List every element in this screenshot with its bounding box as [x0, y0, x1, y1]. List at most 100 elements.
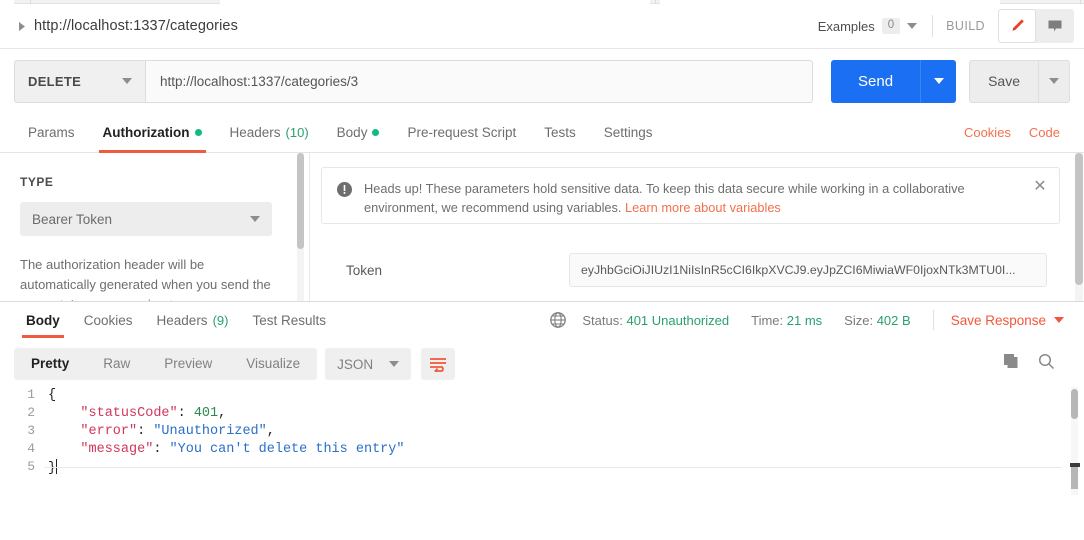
view-raw[interactable]: Raw: [86, 348, 147, 380]
sensitive-data-warning: Heads up! These parameters hold sensitiv…: [321, 167, 1060, 224]
tab-label: Settings: [603, 124, 653, 140]
save-button[interactable]: Save: [969, 59, 1038, 103]
code-line-content[interactable]: }: [44, 459, 404, 477]
response-language-select[interactable]: JSON: [325, 348, 412, 380]
examples-dropdown[interactable]: Examples 0: [816, 18, 919, 34]
response-tab-headers[interactable]: Headers (9): [145, 302, 241, 338]
header-right-controls: Examples 0 BUILD: [816, 4, 1084, 48]
save-options-button[interactable]: [1038, 59, 1070, 103]
chevron-down-icon: [1054, 317, 1064, 323]
status-dot-icon: [372, 128, 380, 136]
scrollbar-thumb-lower[interactable]: [1071, 467, 1078, 489]
response-tab-body[interactable]: Body: [14, 302, 72, 338]
code-line: 4 "message": "You can't delete this entr…: [0, 441, 404, 459]
time-readout: Time: 21 ms: [751, 313, 822, 328]
save-button-group: Save: [969, 59, 1070, 103]
response-bar: Body Cookies Headers (9) Test Results St…: [0, 301, 1084, 338]
response-actions: [1002, 352, 1070, 376]
view-visualize[interactable]: Visualize: [229, 348, 317, 380]
auth-type-label: TYPE: [20, 175, 54, 189]
examples-count-badge: 0: [881, 18, 901, 34]
close-icon[interactable]: ✕: [1031, 178, 1049, 196]
code-line-content[interactable]: "message": "You can't delete this entry": [44, 441, 404, 459]
status-dot-icon: [194, 128, 202, 136]
warning-link[interactable]: Learn more about variables: [625, 200, 781, 215]
exclamation-circle-icon: [336, 181, 353, 223]
globe-icon[interactable]: [549, 311, 567, 329]
authorization-type-column: TYPE Bearer Token The authorization head…: [0, 153, 292, 301]
chevron-down-icon: [907, 23, 918, 29]
header-icon-group: [998, 9, 1074, 43]
token-input[interactable]: eyJhbGciOiJIUzI1NiIsInR5cCI6IkpXVCJ9.eyJ…: [569, 253, 1047, 287]
comment-icon[interactable]: [1036, 9, 1074, 43]
scrollbar-thumb[interactable]: [1071, 389, 1078, 419]
code-token: 401: [193, 406, 219, 421]
view-preview[interactable]: Preview: [147, 348, 229, 380]
tab-pre-request-script[interactable]: Pre-request Script: [393, 112, 530, 153]
tab-headers[interactable]: Headers (10): [216, 112, 323, 153]
language-value: JSON: [337, 356, 374, 372]
save-response-button[interactable]: Save Response: [951, 313, 1064, 328]
copy-icon[interactable]: [1002, 352, 1021, 376]
response-body-code[interactable]: 1{2 "statusCode": 401, 3 "error": "Unauth…: [0, 387, 1084, 495]
tab-params[interactable]: Params: [14, 112, 89, 153]
code-scrollbar[interactable]: [1070, 387, 1080, 495]
view-pretty[interactable]: Pretty: [14, 348, 86, 380]
tab-badge: (10): [285, 124, 309, 140]
auth-left-scrollbar[interactable]: [297, 153, 304, 301]
expand-caret-right-icon[interactable]: [12, 21, 32, 32]
auth-type-select[interactable]: Bearer Token: [20, 202, 272, 236]
code-token: "error": [80, 424, 138, 439]
size-readout: Size: 402 B: [844, 313, 911, 328]
tab-label: Authorization: [102, 124, 190, 140]
chevron-down-icon: [122, 78, 132, 84]
tab-label: Test Results: [252, 312, 326, 328]
send-options-button[interactable]: [920, 59, 957, 103]
code-token: :: [177, 406, 194, 421]
method-select[interactable]: DELETE: [14, 59, 145, 103]
token-field-row: Token eyJhbGciOiJIUzI1NiIsInR5cCI6IkpXVC…: [321, 253, 1064, 287]
code-line-content[interactable]: "statusCode": 401,: [44, 405, 404, 423]
header-divider: [932, 15, 934, 37]
code-link[interactable]: Code: [1029, 125, 1060, 140]
code-token: ,: [266, 424, 275, 439]
scrollbar-thumb[interactable]: [297, 153, 304, 249]
code-line-content[interactable]: "error": "Unauthorized",: [44, 423, 404, 441]
tab-tests[interactable]: Tests: [530, 112, 590, 153]
search-icon[interactable]: [1037, 352, 1056, 376]
request-header-bar: http://localhost:1337/categories Example…: [0, 4, 1084, 49]
examples-label: Examples: [817, 18, 875, 34]
tab-settings[interactable]: Settings: [590, 112, 667, 153]
pencil-marker-icon[interactable]: [998, 9, 1036, 43]
body-bottom-fill: [0, 495, 1084, 540]
word-wrap-icon[interactable]: [421, 348, 456, 380]
build-button[interactable]: BUILD: [946, 19, 985, 33]
token-label: Token: [346, 262, 383, 278]
request-tabs-links: Cookies Code: [964, 125, 1070, 140]
send-button[interactable]: Send: [831, 59, 921, 103]
tab-label: Headers: [229, 124, 281, 140]
response-tab-test-results[interactable]: Test Results: [240, 302, 338, 338]
response-view-toggle: Pretty Raw Preview Visualize: [14, 348, 318, 380]
request-tabs: Params Authorization Headers (10) Body P…: [0, 112, 1084, 153]
code-token: "statusCode": [80, 406, 178, 421]
code-token: :: [137, 424, 154, 439]
status-value: 401 Unauthorized: [626, 312, 730, 328]
chevron-down-icon: [933, 78, 944, 84]
tab-authorization[interactable]: Authorization: [89, 112, 216, 153]
code-token: :: [153, 442, 170, 457]
cookies-link[interactable]: Cookies: [964, 125, 1011, 140]
response-tab-cookies[interactable]: Cookies: [72, 302, 145, 338]
tab-label: Body: [26, 312, 60, 328]
scrollbar-thumb[interactable]: [1075, 153, 1083, 285]
tab-body[interactable]: Body: [323, 112, 394, 153]
code-token: }: [48, 461, 57, 476]
line-number: 3: [27, 423, 35, 438]
response-bar-divider: [932, 310, 934, 330]
auth-right-scrollbar[interactable]: [1075, 153, 1083, 301]
url-input[interactable]: [145, 59, 814, 103]
code-line-content[interactable]: {: [44, 387, 404, 405]
